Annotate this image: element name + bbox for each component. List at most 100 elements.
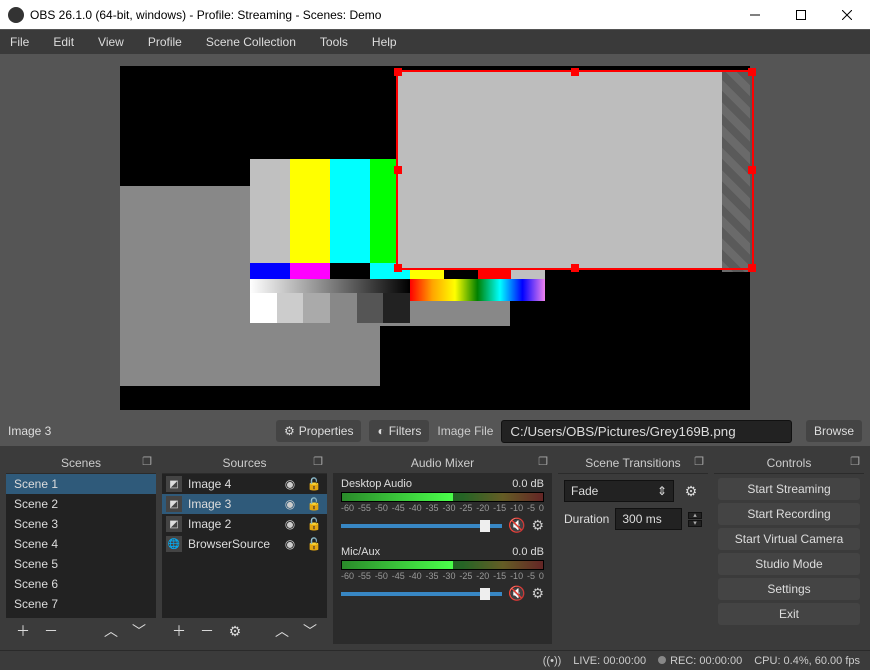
scene-item[interactable]: Scene 3 — [6, 514, 156, 534]
duration-value: 300 ms — [622, 512, 661, 526]
broadcast-icon: ((•)) — [543, 655, 562, 667]
duration-spinner[interactable]: ▴ ▾ — [688, 512, 702, 527]
properties-button[interactable]: ⚙Properties — [276, 420, 361, 442]
source-item[interactable]: ◩Image 4◉🔓 — [162, 474, 327, 494]
preview-area — [0, 54, 870, 416]
titlebar-title-wrap: OBS 26.1.0 (64-bit, windows) - Profile: … — [8, 7, 732, 23]
scene-remove-button[interactable]: － — [40, 620, 62, 642]
maximize-button[interactable] — [778, 0, 824, 30]
source-remove-button[interactable]: － — [196, 620, 218, 642]
scenes-header: Scenes ❐ — [6, 452, 156, 474]
mute-button[interactable]: 🔇 — [508, 517, 525, 534]
sources-list[interactable]: ◩Image 4◉🔓◩Image 3◉🔓◩Image 2◉🔓🌐BrowserSo… — [162, 474, 327, 554]
selection-outline[interactable] — [396, 70, 754, 270]
lock-toggle[interactable]: 🔓 — [305, 477, 323, 491]
source-props-button[interactable]: ⚙ — [224, 620, 246, 642]
channel-gear-button[interactable]: ⚙ — [531, 585, 544, 602]
menu-help[interactable]: Help — [368, 33, 401, 51]
visibility-toggle[interactable]: ◉ — [281, 517, 299, 531]
scene-item[interactable]: Scene 4 — [6, 534, 156, 554]
meter-ticks: -60-55-50-45-40-35-30-25-20-15-10-50 — [341, 503, 544, 513]
menu-file[interactable]: File — [6, 33, 33, 51]
menu-scene-collection[interactable]: Scene Collection — [202, 33, 300, 51]
source-item[interactable]: ◩Image 2◉🔓 — [162, 514, 327, 534]
scenes-body: Scene 1Scene 2Scene 3Scene 4Scene 5Scene… — [6, 474, 156, 618]
control-button[interactable]: Settings — [718, 578, 860, 600]
scene-up-button[interactable]: ︿ — [100, 620, 122, 642]
scene-item[interactable]: Scene 6 — [6, 574, 156, 594]
selection-handle-e[interactable] — [748, 166, 756, 174]
scene-item[interactable]: Scene 2 — [6, 494, 156, 514]
scenes-list[interactable]: Scene 1Scene 2Scene 3Scene 4Scene 5Scene… — [6, 474, 156, 618]
scenes-panel: Scenes ❐ Scene 1Scene 2Scene 3Scene 4Sce… — [6, 452, 156, 644]
transitions-panel: Scene Transitions ❐ Fade ⇕ ⚙ Duration 30… — [558, 452, 708, 644]
volume-slider[interactable] — [341, 592, 502, 596]
transitions-title: Scene Transitions — [585, 456, 680, 470]
sources-body: ◩Image 4◉🔓◩Image 3◉🔓◩Image 2◉🔓🌐BrowserSo… — [162, 474, 327, 618]
source-up-button[interactable]: ︿ — [271, 620, 293, 642]
control-button[interactable]: Start Recording — [718, 503, 860, 525]
selection-handle-s[interactable] — [571, 264, 579, 272]
mute-button[interactable]: 🔇 — [508, 585, 525, 602]
scene-down-button[interactable]: ﹀ — [128, 620, 150, 642]
image-file-input[interactable] — [501, 420, 792, 443]
scene-item[interactable]: Scene 7 — [6, 594, 156, 614]
selection-handle-sw[interactable] — [394, 264, 402, 272]
menu-view[interactable]: View — [94, 33, 128, 51]
scene-add-button[interactable]: ＋ — [12, 620, 34, 642]
menu-edit[interactable]: Edit — [49, 33, 78, 51]
channel-db: 0.0 dB — [512, 546, 544, 558]
preview-greyscale-left — [250, 279, 410, 293]
controls-popout-icon[interactable]: ❐ — [850, 455, 860, 468]
sources-footer: ＋ － ⚙ ︿ ﹀ — [162, 618, 327, 644]
visibility-toggle[interactable]: ◉ — [281, 537, 299, 551]
selection-handle-nw[interactable] — [394, 68, 402, 76]
transition-props-button[interactable]: ⚙ — [680, 480, 702, 502]
control-button[interactable]: Exit — [718, 603, 860, 625]
source-item[interactable]: ◩ Image 3 ◉ 🔓 — [162, 494, 327, 514]
menu-profile[interactable]: Profile — [144, 33, 186, 51]
mixer-popout-icon[interactable]: ❐ — [538, 455, 548, 468]
browse-button[interactable]: Browse — [806, 420, 862, 442]
source-name: BrowserSource — [188, 537, 275, 551]
slider-thumb[interactable] — [480, 588, 490, 600]
control-button[interactable]: Start Virtual Camera — [718, 528, 860, 550]
preview-colorbars-left-mid — [250, 263, 410, 279]
close-button[interactable] — [824, 0, 870, 30]
transitions-header: Scene Transitions ❐ — [558, 452, 708, 474]
image-icon: ◩ — [166, 496, 182, 512]
spin-up-icon[interactable]: ▴ — [688, 512, 702, 519]
minimize-button[interactable] — [732, 0, 778, 30]
channel-gear-button[interactable]: ⚙ — [531, 517, 544, 534]
selection-handle-w[interactable] — [394, 166, 402, 174]
menu-tools[interactable]: Tools — [316, 33, 352, 51]
scene-item[interactable]: Scene 5 — [6, 554, 156, 574]
control-button[interactable]: Studio Mode — [718, 553, 860, 575]
source-item[interactable]: 🌐BrowserSource◉🔓 — [162, 534, 327, 554]
transition-value: Fade — [571, 484, 598, 498]
visibility-toggle[interactable]: ◉ — [281, 477, 299, 491]
sources-popout-icon[interactable]: ❐ — [313, 455, 323, 468]
window-title: OBS 26.1.0 (64-bit, windows) - Profile: … — [30, 8, 381, 22]
control-button[interactable]: Start Streaming — [718, 478, 860, 500]
scenes-popout-icon[interactable]: ❐ — [142, 455, 152, 468]
lock-toggle[interactable]: 🔓 — [305, 537, 323, 551]
selection-handle-se[interactable] — [748, 264, 756, 272]
lock-toggle[interactable]: 🔓 — [305, 517, 323, 531]
selection-handle-n[interactable] — [571, 68, 579, 76]
source-name: Image 3 — [188, 497, 275, 511]
lock-toggle[interactable]: 🔓 — [305, 497, 323, 511]
duration-input[interactable]: 300 ms — [615, 508, 682, 530]
visibility-toggle[interactable]: ◉ — [281, 497, 299, 511]
volume-slider[interactable] — [341, 524, 502, 528]
slider-thumb[interactable] — [480, 520, 490, 532]
scene-item[interactable]: Scene 1 — [6, 474, 156, 494]
source-down-button[interactable]: ﹀ — [299, 620, 321, 642]
spin-down-icon[interactable]: ▾ — [688, 520, 702, 527]
transition-select[interactable]: Fade ⇕ — [564, 480, 674, 502]
preview-canvas[interactable] — [120, 66, 750, 410]
filters-button[interactable]: ◐Filters — [369, 420, 429, 442]
selection-handle-ne[interactable] — [748, 68, 756, 76]
source-add-button[interactable]: ＋ — [168, 620, 190, 642]
transitions-popout-icon[interactable]: ❐ — [694, 455, 704, 468]
